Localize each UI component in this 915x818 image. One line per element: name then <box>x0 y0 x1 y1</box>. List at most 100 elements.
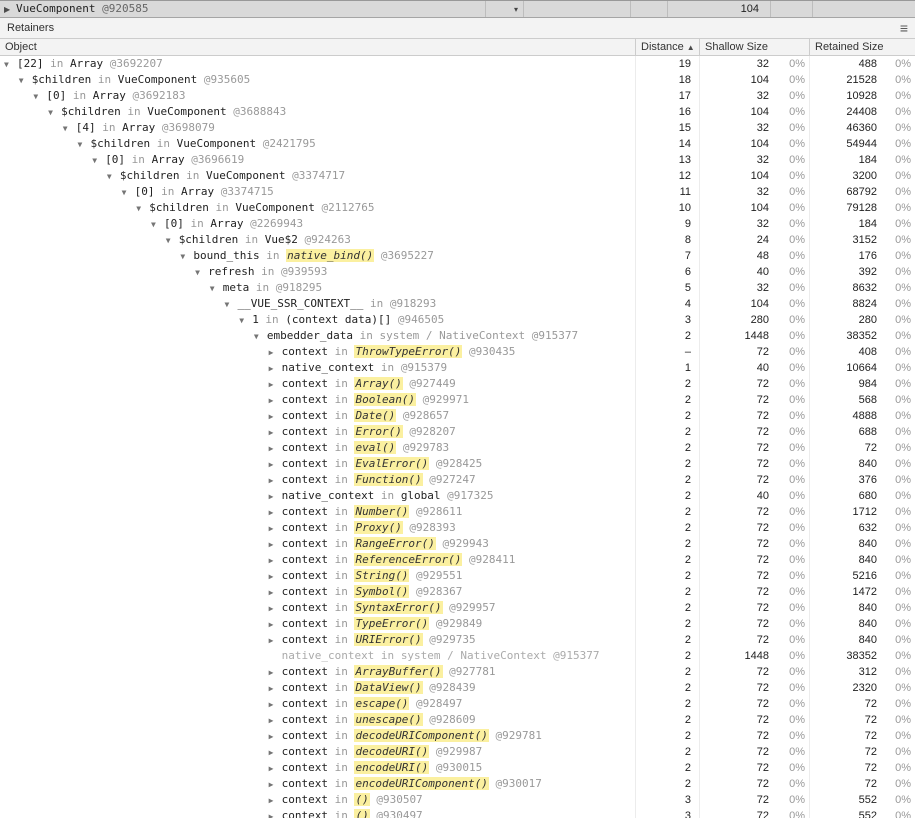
table-row[interactable]: ▼ [0] in Array @3692183 17 32 0% 10928 0% <box>0 88 915 104</box>
table-row[interactable]: ▶ context in SyntaxError() @929957 2 72 0… <box>0 600 915 616</box>
expand-arrow[interactable]: ▼ <box>122 185 135 200</box>
table-row[interactable]: ▶ context in Array() @927449 2 72 0% 984 … <box>0 376 915 392</box>
expand-arrow[interactable]: ▶ <box>269 761 282 776</box>
table-row[interactable]: ▶ context in TypeError() @929849 2 72 0% … <box>0 616 915 632</box>
table-row[interactable]: ▼ [4] in Array @3698079 15 32 0% 46360 0% <box>0 120 915 136</box>
expand-arrow[interactable]: ▶ <box>269 361 282 376</box>
table-row[interactable]: ▶ native_context in @915379 1 40 0% 10664… <box>0 360 915 376</box>
expand-arrow[interactable]: ▶ <box>269 553 282 568</box>
expand-arrow[interactable]: ▶ <box>269 425 282 440</box>
column-header-retained-size[interactable]: Retained Size <box>810 39 915 55</box>
menu-icon[interactable]: ≡ <box>900 21 908 35</box>
expand-arrow[interactable]: ▶ <box>269 345 282 360</box>
expand-arrow[interactable]: ▼ <box>4 57 17 72</box>
table-row[interactable]: ▼ refresh in @939593 6 40 0% 392 0% <box>0 264 915 280</box>
table-row[interactable]: ▶ context in eval() @929783 2 72 0% 72 0% <box>0 440 915 456</box>
expand-arrow[interactable]: ▶ <box>269 489 282 504</box>
table-row[interactable]: ▼ meta in @918295 5 32 0% 8632 0% <box>0 280 915 296</box>
table-row[interactable]: ▼ embedder_data in system / NativeContext… <box>0 328 915 344</box>
table-row[interactable]: ▶ context in String() @929551 2 72 0% 521… <box>0 568 915 584</box>
expand-arrow[interactable]: ▶ <box>269 729 282 744</box>
expand-arrow[interactable]: ▶ <box>269 745 282 760</box>
table-row[interactable]: ▼ bound_this in native_bind() @3695227 7 … <box>0 248 915 264</box>
expand-arrow[interactable]: ▶ <box>269 441 282 456</box>
expand-arrow[interactable]: ▶ <box>269 633 282 648</box>
table-row[interactable]: ▼ $children in Vue$2 @924263 8 24 0% 3152… <box>0 232 915 248</box>
expand-arrow[interactable]: ▼ <box>92 153 105 168</box>
column-divider[interactable] <box>812 1 813 17</box>
expand-arrow[interactable]: ▶ <box>269 777 282 792</box>
expand-arrow[interactable]: ▼ <box>107 169 120 184</box>
table-row[interactable]: ▶ context in Error() @928207 2 72 0% 688 … <box>0 424 915 440</box>
expand-arrow[interactable]: ▶ <box>269 569 282 584</box>
column-header-object[interactable]: Object <box>0 39 636 55</box>
table-row[interactable]: native_context in system / NativeContext… <box>0 648 915 664</box>
expand-arrow[interactable]: ▶ <box>269 537 282 552</box>
expand-arrow[interactable]: ▼ <box>210 281 223 296</box>
table-row[interactable]: ▼ $children in VueComponent @935605 18 10… <box>0 72 915 88</box>
table-row[interactable]: ▼ [22] in Array @3692207 19 32 0% 488 0% <box>0 56 915 72</box>
table-row[interactable]: ▶ context in () @930507 3 72 0% 552 0% <box>0 792 915 808</box>
expand-arrow[interactable]: ▼ <box>254 329 267 344</box>
table-row[interactable]: ▼ [0] in Array @3696619 13 32 0% 184 0% <box>0 152 915 168</box>
summary-selected-row[interactable]: ▶ VueComponent @920585 ▾ 104 <box>0 0 915 18</box>
table-row[interactable]: ▶ context in RangeError() @929943 2 72 0%… <box>0 536 915 552</box>
expand-arrow[interactable]: ▼ <box>225 297 238 312</box>
table-row[interactable]: ▼ $children in VueComponent @2421795 14 1… <box>0 136 915 152</box>
table-row[interactable]: ▶ context in escape() @928497 2 72 0% 72 … <box>0 696 915 712</box>
table-row[interactable]: ▶ context in ArrayBuffer() @927781 2 72 0… <box>0 664 915 680</box>
table-row[interactable]: ▶ context in DataView() @928439 2 72 0% 2… <box>0 680 915 696</box>
table-row[interactable]: ▶ context in unescape() @928609 2 72 0% 7… <box>0 712 915 728</box>
expand-arrow[interactable]: ▶ <box>269 521 282 536</box>
table-row[interactable]: ▶ context in ThrowTypeError() @930435 – 7… <box>0 344 915 360</box>
table-row[interactable]: ▶ context in decodeURI() @929987 2 72 0% … <box>0 744 915 760</box>
table-row[interactable]: ▼ $children in VueComponent @3688843 16 1… <box>0 104 915 120</box>
table-row[interactable]: ▼ [0] in Array @2269943 9 32 0% 184 0% <box>0 216 915 232</box>
expand-arrow[interactable]: ▶ <box>269 473 282 488</box>
table-row[interactable]: ▼ 1 in (context data)[] @946505 3 280 0% … <box>0 312 915 328</box>
expand-arrow[interactable]: ▼ <box>48 105 61 120</box>
column-header-distance[interactable]: Distance ▲ <box>636 39 700 55</box>
expand-arrow[interactable]: ▼ <box>239 313 252 328</box>
expand-arrow[interactable]: ▶ <box>269 793 282 808</box>
table-row[interactable]: ▶ context in Function() @927247 2 72 0% 3… <box>0 472 915 488</box>
expand-arrow[interactable]: ▼ <box>19 73 32 88</box>
table-row[interactable]: ▶ context in EvalError() @928425 2 72 0% … <box>0 456 915 472</box>
table-row[interactable]: ▶ context in URIError() @929735 2 72 0% 8… <box>0 632 915 648</box>
expand-arrow[interactable]: ▶ <box>269 697 282 712</box>
expand-arrow[interactable]: ▶ <box>269 409 282 424</box>
table-row[interactable]: ▶ context in encodeURI() @930015 2 72 0% … <box>0 760 915 776</box>
table-row[interactable]: ▶ context in () @930497 3 72 0% 552 0% <box>0 808 915 818</box>
table-row[interactable]: ▼ __VUE_SSR_CONTEXT__ in @918293 4 104 0%… <box>0 296 915 312</box>
expand-arrow[interactable]: ▶ <box>269 665 282 680</box>
column-header-shallow-size[interactable]: Shallow Size <box>700 39 810 55</box>
expand-arrow[interactable]: ▼ <box>180 249 193 264</box>
expand-arrow[interactable]: ▼ <box>166 233 179 248</box>
expand-arrow[interactable]: ▶ <box>4 2 16 18</box>
table-row[interactable]: ▶ context in decodeURIComponent() @929781… <box>0 728 915 744</box>
table-row[interactable]: ▶ context in Boolean() @929971 2 72 0% 56… <box>0 392 915 408</box>
expand-arrow[interactable]: ▼ <box>195 265 208 280</box>
table-row[interactable]: ▶ context in Number() @928611 2 72 0% 171… <box>0 504 915 520</box>
expand-arrow[interactable]: ▶ <box>269 713 282 728</box>
expand-arrow[interactable]: ▶ <box>269 617 282 632</box>
table-row[interactable]: ▶ context in encodeURIComponent() @930017… <box>0 776 915 792</box>
table-row[interactable]: ▶ context in Symbol() @928367 2 72 0% 147… <box>0 584 915 600</box>
expand-arrow[interactable]: ▶ <box>269 393 282 408</box>
table-row[interactable]: ▼ $children in VueComponent @3374717 12 1… <box>0 168 915 184</box>
expand-arrow[interactable]: ▶ <box>269 457 282 472</box>
expand-arrow[interactable]: ▶ <box>269 377 282 392</box>
expand-arrow[interactable]: ▼ <box>63 121 76 136</box>
table-row[interactable]: ▶ context in Date() @928657 2 72 0% 4888 … <box>0 408 915 424</box>
expand-arrow[interactable]: ▶ <box>269 585 282 600</box>
table-row[interactable]: ▶ native_context in global @917325 2 40 0… <box>0 488 915 504</box>
expand-arrow[interactable]: ▶ <box>269 809 282 818</box>
column-divider[interactable] <box>770 1 771 17</box>
expand-arrow[interactable]: ▶ <box>269 505 282 520</box>
table-row[interactable]: ▼ [0] in Array @3374715 11 32 0% 68792 0% <box>0 184 915 200</box>
table-row[interactable]: ▶ context in ReferenceError() @928411 2 7… <box>0 552 915 568</box>
expand-arrow[interactable]: ▼ <box>78 137 91 152</box>
table-row[interactable]: ▼ $children in VueComponent @2112765 10 1… <box>0 200 915 216</box>
expand-arrow[interactable]: ▶ <box>269 601 282 616</box>
column-divider[interactable] <box>630 1 631 17</box>
